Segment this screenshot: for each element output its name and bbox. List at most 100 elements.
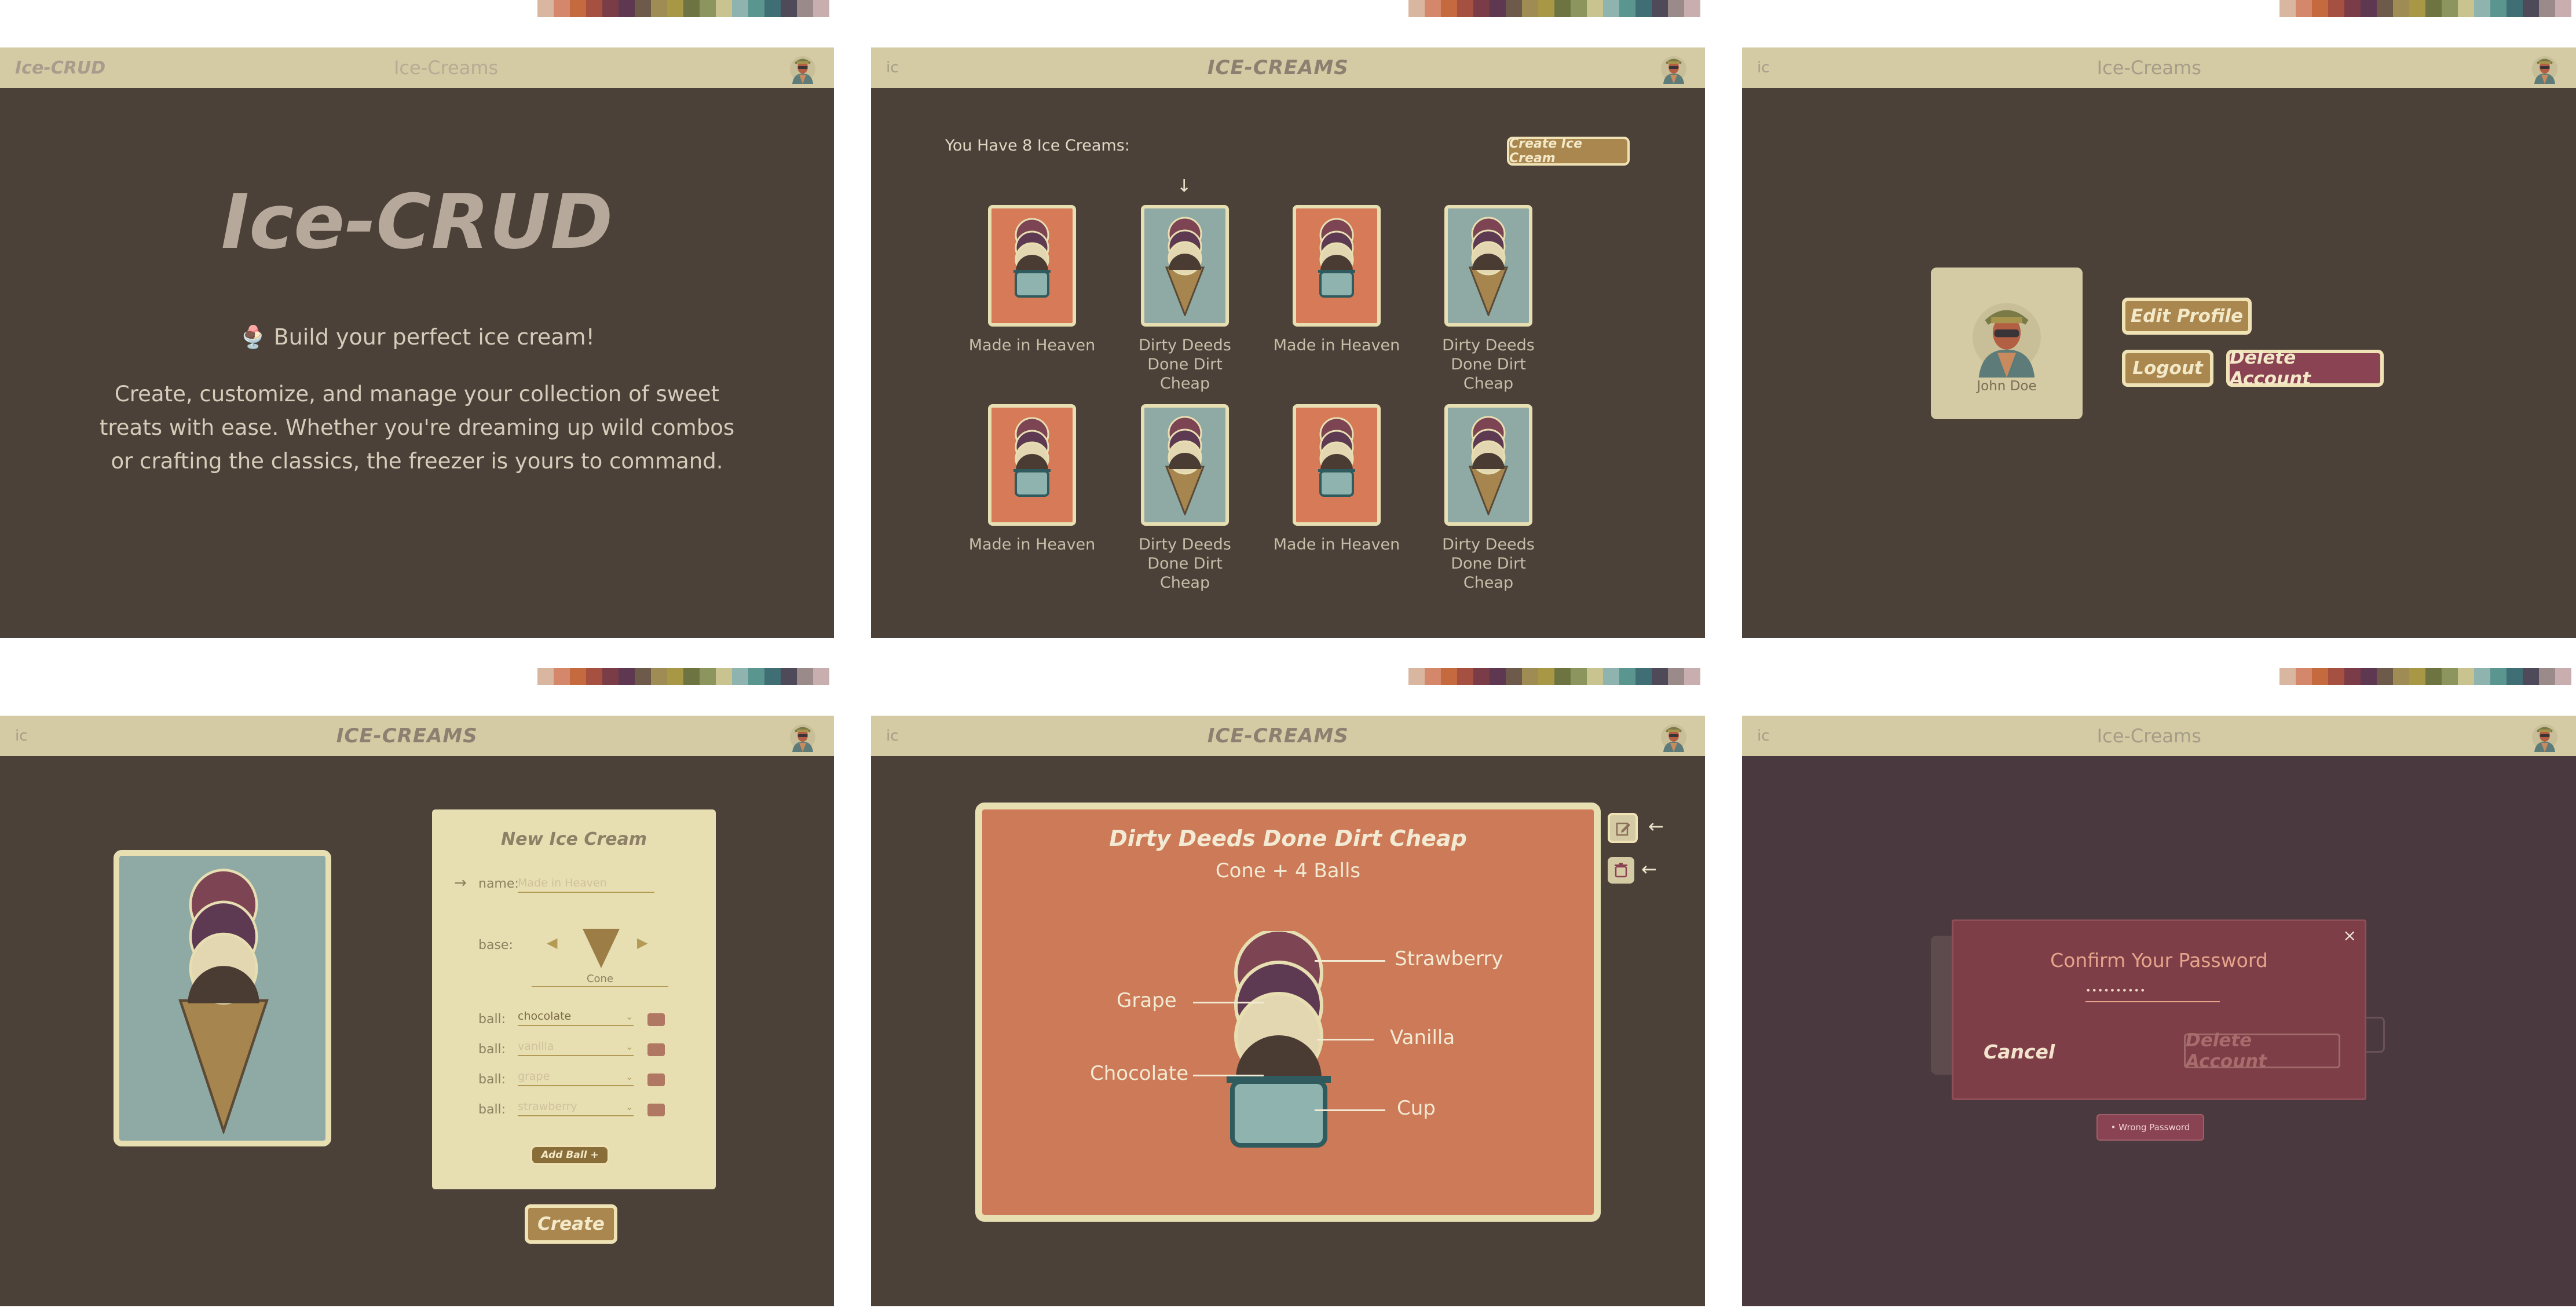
color-palette-strip: [2279, 668, 2571, 685]
palette-swatch: [1506, 668, 1522, 685]
password-input[interactable]: ••••••••••: [2085, 985, 2220, 1002]
palette-swatch: [2474, 0, 2490, 17]
add-ball-button[interactable]: Add Ball +: [530, 1145, 609, 1165]
ice-cream-card[interactable]: [1444, 404, 1532, 526]
avatar-icon[interactable]: [2529, 52, 2561, 84]
detail-title: Dirty Deeds Done Dirt Cheap: [1109, 826, 1467, 851]
chevron-down-icon[interactable]: ⌄: [625, 1071, 633, 1082]
ice-cream-count: You Have 8 Ice Creams:: [945, 137, 1130, 155]
remove-ball-button[interactable]: [647, 1043, 665, 1056]
ice-cream-card[interactable]: [988, 205, 1076, 327]
palette-swatch: [2474, 668, 2490, 685]
palette-swatch: [1652, 668, 1668, 685]
edit-button[interactable]: [1608, 813, 1638, 843]
remove-ball-button[interactable]: [647, 1104, 665, 1116]
down-arrow: ↓: [1177, 176, 1192, 196]
nav-title[interactable]: ICE-CREAMS: [1208, 724, 1349, 748]
palette-swatch: [1684, 0, 1700, 17]
nav-brand[interactable]: ic: [1757, 59, 1770, 76]
strawberry-label: Strawberry: [1395, 947, 1503, 970]
chevron-down-icon[interactable]: ⌄: [625, 1101, 633, 1112]
base-prev-icon[interactable]: ◀: [547, 935, 557, 951]
palette-swatch: [1473, 0, 1490, 17]
ice-cream-card[interactable]: [1141, 205, 1229, 327]
avatar-icon[interactable]: [1657, 52, 1690, 84]
nav-brand[interactable]: Ice-CRUD: [15, 58, 105, 78]
palette-swatch: [2523, 0, 2539, 17]
nav-brand[interactable]: ic: [15, 727, 28, 745]
avatar-icon[interactable]: [786, 52, 819, 84]
palette-swatch: [651, 0, 667, 17]
chevron-down-icon[interactable]: ⌄: [625, 1041, 633, 1052]
delete-account-button[interactable]: Delete Account: [2226, 347, 2384, 389]
nav-title[interactable]: ICE-CREAMS: [336, 724, 478, 748]
edit-icon: [1616, 822, 1630, 836]
base-label: base:: [478, 938, 513, 952]
chevron-down-icon[interactable]: ⌄: [625, 1011, 633, 1022]
edit-profile-button[interactable]: Edit Profile: [2122, 298, 2252, 335]
palette-swatch: [2425, 668, 2442, 685]
palette-swatch: [813, 0, 829, 17]
ball-flavor-select[interactable]: grape: [518, 1070, 634, 1086]
create-ice-cream-button[interactable]: Create Ice Cream: [1507, 137, 1630, 166]
ice-cream-card[interactable]: [1293, 404, 1381, 526]
avatar-icon[interactable]: [2529, 720, 2561, 752]
base-next-icon[interactable]: ▶: [637, 935, 647, 951]
ball-flavor-select[interactable]: vanilla: [518, 1040, 634, 1056]
logout-button[interactable]: Logout: [2122, 350, 2213, 387]
nav-title[interactable]: ICE-CREAMS: [1208, 56, 1349, 79]
close-icon[interactable]: ×: [2343, 926, 2357, 945]
remove-ball-button[interactable]: [647, 1073, 665, 1086]
palette-swatch: [2377, 668, 2393, 685]
ball-label: ball:: [478, 1102, 506, 1117]
cone-base-icon: [583, 929, 620, 968]
palette-swatch: [1441, 668, 1457, 685]
nav-brand[interactable]: ic: [886, 727, 899, 745]
palette-swatch: [1554, 668, 1571, 685]
ice-cream-card[interactable]: [1444, 205, 1532, 327]
avatar-icon[interactable]: [1657, 720, 1690, 752]
ice-cream-card[interactable]: [1141, 404, 1229, 526]
user-name: John Doe: [1977, 379, 2037, 394]
palette-swatch: [602, 668, 619, 685]
navbar: ic ICE-CREAMS: [871, 47, 1705, 88]
confirm-delete-button[interactable]: Delete Account: [2184, 1030, 2340, 1072]
palette-swatch: [2539, 668, 2555, 685]
ice-cream-card[interactable]: [988, 404, 1076, 526]
landing-panel: Ice-CRUD Ice-Creams Ice-CRUD 🍨 Build you…: [0, 47, 834, 638]
nav-brand[interactable]: ic: [886, 59, 899, 76]
ice-cream-card-name: Made in Heaven: [968, 536, 1096, 554]
create-button[interactable]: Create: [525, 1204, 617, 1244]
trash-icon: [1615, 863, 1627, 878]
palette-swatch: [570, 668, 586, 685]
ice-cream-card[interactable]: [1293, 205, 1381, 327]
palette-swatch: [781, 0, 797, 17]
cup-ice-cream-icon: [1308, 411, 1366, 515]
cone-ice-cream-icon: [1459, 411, 1517, 515]
palette-swatch: [716, 0, 732, 17]
palette-swatch: [1652, 0, 1668, 17]
ball-flavor-select[interactable]: chocolate: [518, 1010, 634, 1026]
palette-swatch: [1684, 668, 1700, 685]
palette-swatch: [2279, 0, 2296, 17]
navbar: ic Ice-Creams: [1742, 716, 2576, 756]
ball-flavor-select[interactable]: strawberry: [518, 1100, 634, 1116]
palette-swatch: [1490, 0, 1506, 17]
confirm-modal: × Confirm Your Password •••••••••• Cance…: [1952, 919, 2366, 1100]
delete-button[interactable]: [1608, 857, 1634, 884]
palette-swatch: [586, 668, 602, 685]
description: Create, customize, and manage your colle…: [99, 382, 735, 474]
ball-label: ball:: [478, 1042, 506, 1057]
nav-title[interactable]: Ice-Creams: [2097, 725, 2201, 747]
palette-swatch: [2296, 668, 2312, 685]
avatar-icon[interactable]: [786, 720, 819, 752]
cancel-button[interactable]: Cancel: [1984, 1040, 2055, 1063]
palette-swatch: [2312, 0, 2328, 17]
name-input[interactable]: Made in Heaven: [518, 877, 654, 893]
nav-title[interactable]: Ice-Creams: [394, 57, 498, 79]
form-title: New Ice Cream: [500, 829, 647, 849]
nav-title[interactable]: Ice-Creams: [2097, 57, 2201, 79]
nav-brand[interactable]: ic: [1757, 727, 1770, 745]
remove-ball-button[interactable]: [647, 1013, 665, 1026]
color-palette-strip: [537, 0, 829, 17]
